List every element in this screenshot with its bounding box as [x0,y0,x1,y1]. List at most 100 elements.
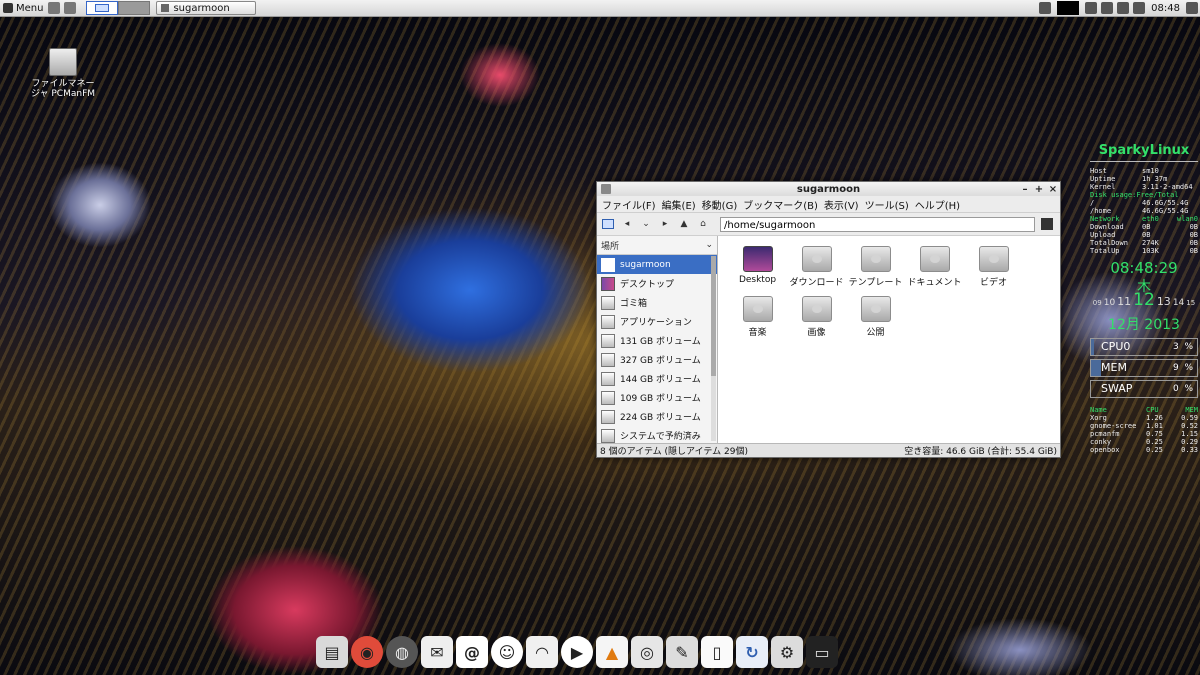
conky-process-list: Name CPU MEM Xorg 1.26 0.59 gnome-scree 1.01 0… [1090,406,1198,454]
menu-edit[interactable]: 編集(E) [659,197,699,212]
file-item-label: ビデオ [979,278,1007,288]
sidebar-scrollbar[interactable] [711,256,716,441]
menu-tools[interactable]: ツール(S) [862,197,912,212]
menu-button[interactable]: Menu [0,1,46,15]
rss-icon[interactable]: ◠ [526,636,558,668]
conky-disk-home: /home 46.6G/55.4G [1090,207,1189,215]
sidebar-item-desktop[interactable]: デスクトップ [597,274,717,293]
logout-icon[interactable] [1186,2,1198,14]
sidebar-item-home[interactable]: sugarmoon [597,255,717,274]
mail-icon[interactable]: ✉ [421,636,453,668]
conky-proc-row: pcmanfm 0.75 1.15 [1090,430,1198,438]
network-icon[interactable] [1039,2,1052,14]
file-item-label: Desktop [738,275,777,285]
sidebar-item-system-reserved[interactable]: システムで予約済み [597,426,717,443]
conky-disk-root: /46.6G/55.4G [1090,199,1189,207]
tools-icon[interactable]: ⚙ [771,636,803,668]
settings-icon[interactable] [64,2,77,14]
sidebar-item-trash[interactable]: ゴミ箱 [597,293,717,312]
chrome-icon[interactable]: ◉ [351,636,383,668]
menu-view[interactable]: 表示(V) [821,197,862,212]
monitor-icon[interactable]: ▭ [806,636,838,668]
sidebar-item-volume-109[interactable]: 109 GB ボリューム [597,388,717,407]
new-tab-button[interactable] [600,216,616,232]
file-item-downloads[interactable]: ダウンロード [787,246,846,296]
conky-cpu-meter: CPU0 3 % [1090,338,1198,356]
file-item-pictures[interactable]: 画像 [787,296,846,346]
menu-help[interactable]: ヘルプ(H) [912,197,963,212]
desktop-folder-icon [742,246,773,272]
sidebar-item-volume-131[interactable]: 131 GB ボリューム [597,331,717,350]
windows-icon[interactable] [1101,2,1114,14]
conky-today: 12 [1133,290,1155,310]
play-icon[interactable]: ▶ [561,636,593,668]
file-item-documents[interactable]: ドキュメント [905,246,964,296]
keyboard-icon[interactable] [1117,2,1130,14]
globe-icon[interactable]: ◍ [386,636,418,668]
file-item-videos[interactable]: ビデオ [964,246,1023,296]
menu-go[interactable]: 移動(G) [699,197,741,212]
disc-icon[interactable]: ◎ [631,636,663,668]
menu-file[interactable]: ファイル(F) [599,197,659,212]
gimp-icon[interactable]: ✎ [666,636,698,668]
sidebar-item-label: 327 GB ボリューム [620,356,701,366]
file-item-music[interactable]: 音楽 [728,296,787,346]
places-header[interactable]: 場所 ⌄ [597,236,717,255]
clipboard-icon[interactable] [1085,2,1098,14]
conky-monitor: SparkyLinux Host sm10 Uptime 1h 37m Kernel… [1090,142,1198,454]
free-space: 空き容量: 46.6 GiB (合計: 55.4 GiB) [904,447,1057,457]
file-item-label: 公開 [866,328,885,338]
workspace-2[interactable] [118,1,151,15]
cpu-fill [1091,339,1095,355]
file-manager-icon[interactable]: ▤ [316,636,348,668]
go-button[interactable] [1041,218,1053,230]
window-titlebar[interactable]: sugarmoon – + × [597,182,1060,196]
conky-uptime: Uptime 1h 37m [1090,175,1168,183]
desktop-icon-file-manager[interactable]: ファイルマネージャ PCManFM [30,48,96,99]
close-button[interactable]: × [1046,184,1060,195]
drive-icon [601,333,615,348]
back-history-button[interactable]: ⌄ [638,216,654,232]
install-icon[interactable]: ↻ [736,636,768,668]
show-desktop-icon[interactable] [48,2,61,14]
pictures-folder-icon [801,296,832,322]
chat-icon[interactable]: ☺ [491,636,523,668]
trash-icon [601,295,615,310]
sidebar-item-volume-224[interactable]: 224 GB ボリューム [597,407,717,426]
maximize-button[interactable]: + [1032,184,1046,195]
file-item-public[interactable]: 公開 [846,296,905,346]
menu-icon [3,3,13,13]
sidebar-item-label: システムで予約済み [620,432,701,442]
places-sidebar: 場所 ⌄ sugarmoon デスクトップ ゴミ箱 アプリケーション 131 G… [597,236,718,443]
sidebar-item-label: 144 GB ボリューム [620,375,701,385]
drive-icon [601,428,615,443]
sidebar-item-applications[interactable]: アプリケーション [597,312,717,331]
taskbar-window-sugarmoon[interactable]: sugarmoon [156,1,257,15]
path-input[interactable]: /home/sugarmoon [720,216,1035,232]
home-button[interactable]: ⌂ [695,216,711,232]
back-button[interactable]: ◂ [619,216,635,232]
file-view[interactable]: Desktop ダウンロード テンプレート ドキュメント ビデオ 音楽 画像 公… [718,236,1060,443]
conky-net-totaldown: TotalDown 274K 0B [1090,239,1198,247]
file-item-label: ダウンロード [789,278,844,288]
videos-folder-icon [978,246,1009,272]
sidebar-item-volume-327[interactable]: 327 GB ボリューム [597,350,717,369]
forward-button[interactable]: ▸ [657,216,673,232]
conky-net-header: Network eth0 wlan0 [1090,215,1198,223]
volume-icon[interactable] [1133,2,1146,14]
at-sign-icon[interactable]: @ [456,636,488,668]
drive-icon [601,352,615,367]
panel-clock[interactable]: 08:48 [1151,3,1180,14]
document-icon[interactable]: ▯ [701,636,733,668]
minimize-button[interactable]: – [1018,184,1032,195]
cpu-graph [1057,1,1080,15]
file-item-label: 画像 [807,328,826,338]
menu-bookmarks[interactable]: ブックマーク(B) [740,197,821,212]
workspace-1[interactable] [86,1,119,15]
file-item-templates[interactable]: テンプレート [846,246,905,296]
conky-net-totalup: TotalUp 103K 0B [1090,247,1198,255]
sidebar-item-volume-144[interactable]: 144 GB ボリューム [597,369,717,388]
file-item-desktop[interactable]: Desktop [728,246,787,296]
vlc-icon[interactable]: ▲ [596,636,628,668]
up-button[interactable]: ▲ [676,216,692,232]
